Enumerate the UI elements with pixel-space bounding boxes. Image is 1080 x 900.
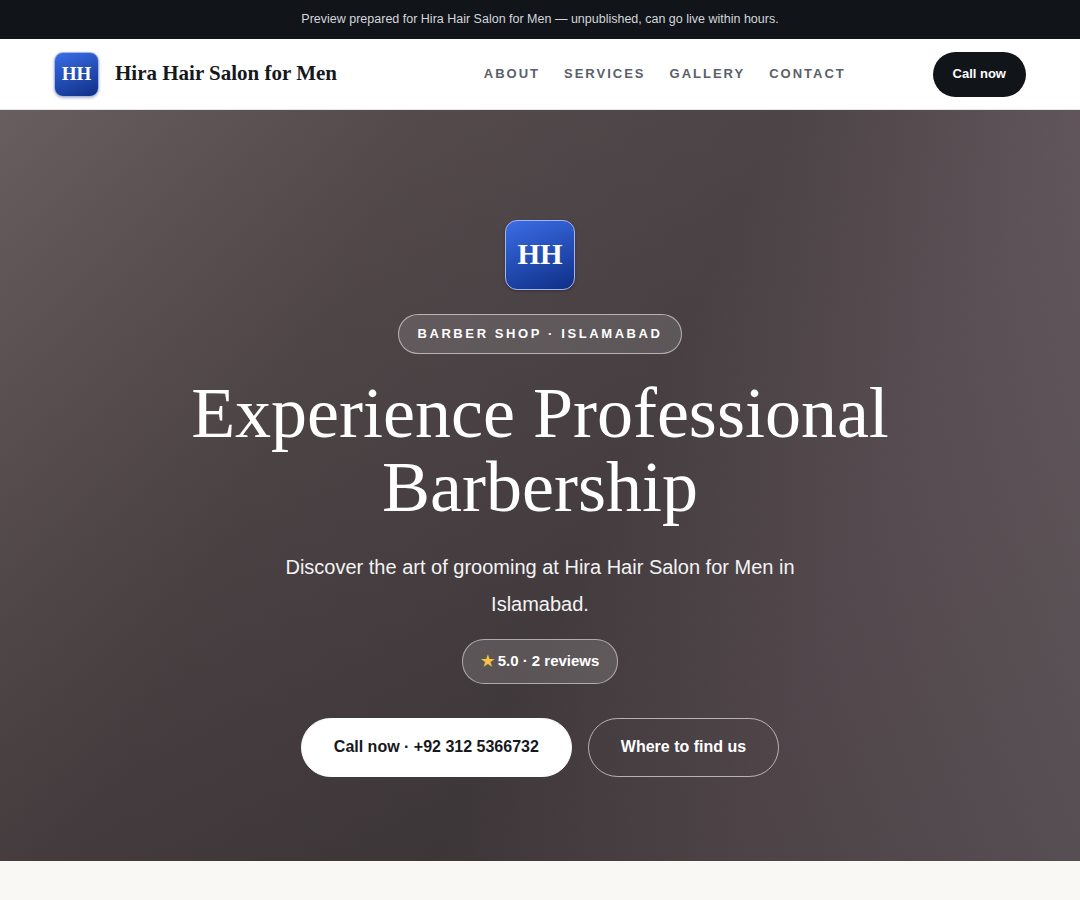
star-icon: ★	[481, 650, 494, 673]
nav-link[interactable]: ABOUT	[484, 64, 540, 84]
next-section	[0, 861, 1080, 900]
hero-logo-icon: HH	[505, 220, 575, 290]
rating-text: 5.0 · 2 reviews	[498, 650, 600, 673]
nav-link[interactable]: CONTACT	[769, 64, 846, 84]
nav-link[interactable]: GALLERY	[670, 64, 746, 84]
brand[interactable]: HH Hira Hair Salon for Men	[54, 52, 337, 97]
top-nav: HH Hira Hair Salon for Men ABOUT SERVICES…	[0, 39, 1080, 110]
hero-subtitle: Discover the art of grooming at Hira Hai…	[240, 549, 840, 623]
brand-name[interactable]: Hira Hair Salon for Men	[115, 58, 337, 90]
rating-pill: ★ 5.0 · 2 reviews	[462, 639, 619, 684]
nav-links: ABOUT SERVICES GALLERY CONTACT	[484, 64, 846, 84]
banner-text: Preview prepared for Hira Hair Salon for…	[301, 10, 778, 29]
hero-buttons: Call now · +92 312 5366732 Where to find …	[301, 718, 779, 777]
preview-banner: Preview prepared for Hira Hair Salon for…	[0, 0, 1080, 39]
hero-tag: BARBER SHOP · ISLAMABAD	[398, 314, 681, 354]
directions-button[interactable]: Where to find us	[588, 718, 779, 777]
logo-icon[interactable]: HH	[54, 52, 99, 97]
hero-title: Experience Professional Barbership	[160, 376, 920, 526]
call-hero-button[interactable]: Call now · +92 312 5366732	[301, 718, 572, 777]
nav-link[interactable]: SERVICES	[564, 64, 646, 84]
hero-photo: HH BARBER SHOP · ISLAMABAD Experience Pr…	[0, 110, 1080, 861]
call-button[interactable]: Call now	[933, 52, 1026, 97]
